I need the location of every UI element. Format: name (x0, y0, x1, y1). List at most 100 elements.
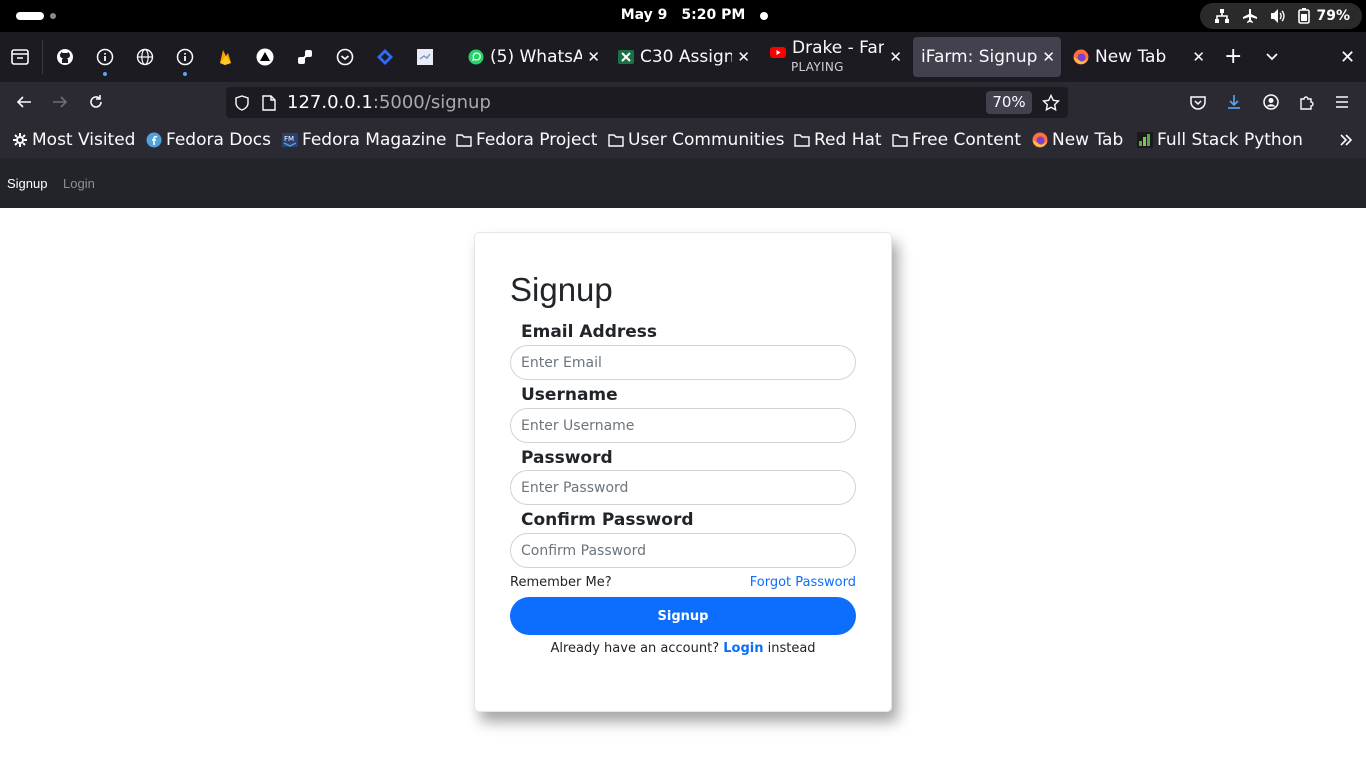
pocket-button[interactable] (1188, 92, 1208, 112)
bookmark-label: Full Stack Python (1157, 130, 1303, 150)
bookmark-label: New Tab (1052, 130, 1124, 150)
bookmark-folder-user-communities[interactable]: User Communities (608, 130, 785, 150)
bookmark-fedora-docs[interactable]: Fedora Docs (146, 130, 271, 150)
login-prompt: Already have an account? Login instead (475, 641, 891, 656)
pinned-tab-link-icon[interactable] (295, 47, 315, 67)
bookmark-label: Fedora Magazine (302, 130, 447, 150)
login-prompt-suffix: instead (767, 641, 816, 656)
bookmark-folder-free-content[interactable]: Free Content (892, 130, 1021, 150)
account-button[interactable] (1261, 92, 1281, 112)
volume-icon (1271, 9, 1286, 23)
clock[interactable]: May 9 5:20 PM (0, 7, 1366, 23)
tab-youtube-playing[interactable]: Drake - Family Matters PLAYING ✕ (762, 37, 908, 77)
bookmark-most-visited[interactable]: Most Visited (12, 130, 135, 150)
clock-date: May 9 (620, 7, 668, 23)
bookmark-new-tab[interactable]: New Tab (1032, 130, 1123, 150)
email-label: Email Address (521, 322, 658, 342)
tab-title: New Tab (1095, 47, 1167, 67)
system-menu[interactable]: 79% (1200, 3, 1362, 29)
url-path: :5000/signup (372, 92, 491, 113)
forgot-password-link[interactable]: Forgot Password (750, 575, 856, 590)
tab-title: Drake - Family Matters (792, 38, 884, 58)
bookmark-label: Most Visited (32, 130, 136, 150)
tab-whatsapp[interactable]: (5) WhatsApp ✕ (460, 37, 606, 77)
tab-c30-assignment[interactable]: C30 Assignment ✕ (610, 37, 756, 77)
firefox-view-icon[interactable] (10, 47, 30, 67)
password-field[interactable] (510, 470, 856, 505)
account-icon (1263, 94, 1279, 110)
notification-dot (760, 12, 768, 20)
password-label: Password (521, 448, 613, 468)
tab-close-icon[interactable]: ✕ (1042, 48, 1055, 66)
list-all-tabs-button[interactable] (1264, 48, 1280, 68)
fm-icon: FM (282, 132, 298, 148)
pinned-tab-globe-icon[interactable] (135, 47, 155, 67)
fedora-icon (146, 132, 162, 148)
pinned-tab-info-icon[interactable] (175, 47, 195, 76)
username-field[interactable] (510, 408, 856, 443)
extensions-button[interactable] (1297, 92, 1317, 112)
tab-close-icon[interactable]: ✕ (737, 48, 750, 66)
bookmarks-overflow-button[interactable] (1338, 132, 1354, 152)
bookmark-folder-red-hat[interactable]: Red Hat (794, 130, 882, 150)
bookmark-star-icon[interactable] (1042, 94, 1060, 112)
downloads-button[interactable] (1224, 92, 1244, 112)
tab-new-tab[interactable]: New Tab ✕ (1065, 37, 1211, 77)
forward-button[interactable] (50, 92, 70, 112)
nav-login-link[interactable]: Login (63, 176, 95, 191)
arrow-right-icon (53, 96, 68, 108)
email-field[interactable] (510, 345, 856, 380)
battery-icon (1298, 8, 1311, 24)
app-menu-button[interactable] (1332, 92, 1352, 112)
folder-icon (456, 132, 472, 148)
pinned-tab-diamond-icon[interactable] (375, 47, 395, 67)
bookmark-label: User Communities (628, 130, 785, 150)
youtube-icon (770, 47, 786, 58)
window-close-button[interactable]: ✕ (1340, 47, 1355, 68)
fsp-icon (1137, 132, 1153, 148)
pinned-tab-vercel-icon[interactable] (255, 47, 275, 67)
tab-close-icon[interactable]: ✕ (1192, 48, 1205, 66)
bookmark-fedora-magazine[interactable]: FM Fedora Magazine (282, 130, 446, 150)
bookmark-folder-fedora-project[interactable]: Fedora Project (456, 130, 597, 150)
signup-button[interactable]: Signup (510, 597, 856, 635)
login-prompt-prefix: Already have an account? (550, 641, 720, 656)
url-text: 127.0.0.1:5000/signup (287, 92, 491, 113)
excel-icon (618, 50, 634, 64)
pinned-tab-info-icon[interactable] (95, 47, 115, 76)
site-navbar: Signup Login (0, 158, 1366, 208)
tab-close-icon[interactable]: ✕ (889, 48, 902, 66)
bookmark-full-stack-python[interactable]: Full Stack Python (1137, 130, 1303, 150)
pinned-tab-github-icon[interactable] (55, 47, 75, 67)
pinned-tab-check-circle-icon[interactable] (335, 47, 355, 67)
confirm-password-field[interactable] (510, 533, 856, 568)
tab-attention-dot (103, 72, 107, 76)
page-icon[interactable] (262, 95, 276, 111)
nav-signup-link[interactable]: Signup (7, 176, 47, 191)
pinned-tab-document-icon[interactable] (415, 47, 435, 67)
url-bar[interactable]: 127.0.0.1:5000/signup 70% (226, 87, 1068, 118)
system-top-bar: May 9 5:20 PM 79% (0, 0, 1366, 32)
reload-button[interactable] (86, 92, 106, 112)
tab-close-icon[interactable]: ✕ (587, 48, 600, 66)
tab-ifarm-signup[interactable]: iFarm: Signup ✕ (913, 37, 1061, 77)
bookmark-label: Fedora Docs (166, 130, 272, 150)
bookmark-label: Fedora Project (476, 130, 598, 150)
airplane-mode-icon (1243, 9, 1258, 23)
back-button[interactable] (14, 92, 34, 112)
folder-icon (608, 132, 624, 148)
new-tab-button[interactable]: + (1224, 46, 1242, 68)
battery-percent: 79% (1316, 8, 1350, 24)
pinned-tab-firebase-icon[interactable] (215, 47, 235, 67)
zoom-reset-button[interactable]: 70% (986, 91, 1032, 114)
login-link[interactable]: Login (723, 641, 763, 656)
remember-me-label[interactable]: Remember Me? (510, 575, 612, 590)
username-label: Username (521, 385, 618, 405)
puzzle-icon (1300, 96, 1314, 110)
tab-separator (42, 40, 43, 74)
bookmarks-toolbar: Most Visited Fedora Docs FM Fedora Magaz… (0, 122, 1366, 158)
shield-icon[interactable] (234, 95, 250, 111)
page-title: Signup (510, 271, 613, 308)
folder-icon (892, 132, 908, 148)
tab-title: C30 Assignment (640, 47, 732, 67)
